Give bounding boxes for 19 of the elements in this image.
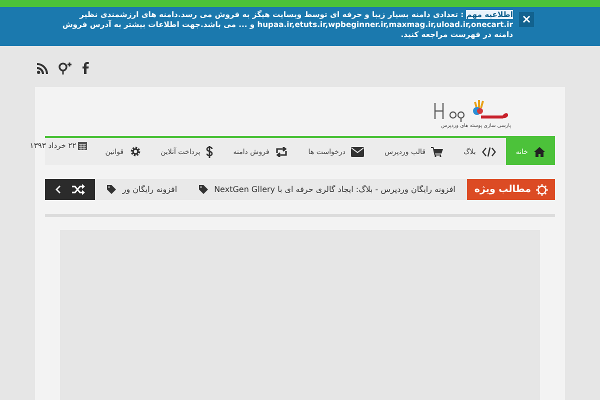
calendar-icon — [78, 141, 88, 150]
cart-icon — [431, 146, 444, 156]
gear-icon — [130, 146, 141, 157]
previous-icon[interactable] — [54, 185, 61, 194]
facebook-icon[interactable] — [82, 62, 89, 74]
tag-icon — [107, 185, 116, 194]
ticker-link[interactable]: افزونه رایگان ور — [107, 185, 178, 194]
close-button[interactable]: × — [519, 12, 534, 27]
tag-icon — [199, 185, 208, 194]
dollar-icon — [206, 146, 214, 158]
shuffle-icon[interactable] — [72, 184, 86, 195]
ticker-link[interactable]: افزونه رایگان وردپرس - بلاگ: ایجاد گالری حرفه ای با NextGen Gllery — [199, 185, 456, 194]
sun-icon — [536, 184, 548, 196]
retweet-icon — [275, 146, 288, 156]
envelope-icon — [351, 146, 364, 156]
rss-icon[interactable] — [37, 62, 48, 74]
ticker-title: مطالب ویژه — [474, 184, 531, 195]
home-icon — [534, 146, 545, 156]
code-icon — [482, 146, 496, 156]
